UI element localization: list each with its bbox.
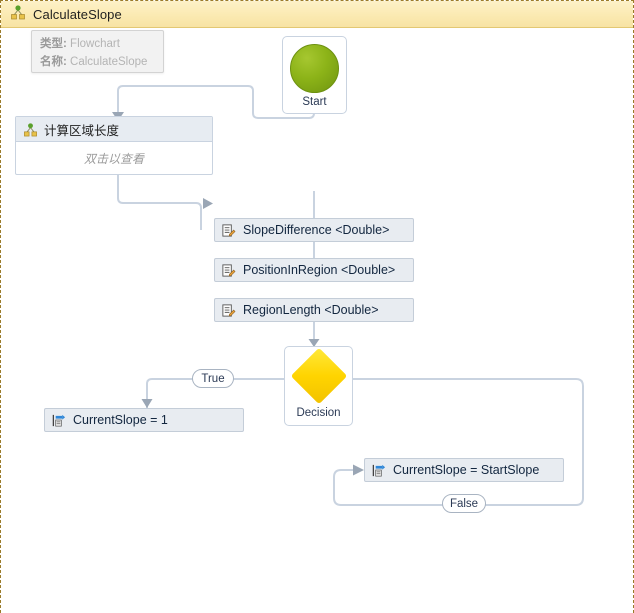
tooltip-type-value: Flowchart	[70, 38, 120, 50]
arrowhead-true-target	[141, 399, 153, 408]
node-tooltip: 类型: Flowchart 名称: CalculateSlope	[31, 30, 164, 73]
node-current-slope-one[interactable]: CurrentSlope = 1	[44, 408, 244, 432]
node-current-slope-start[interactable]: CurrentSlope = StartSlope	[364, 458, 564, 482]
workflow-designer: CalculateSlope 类型: Flowchart 名称: Calcula…	[0, 0, 634, 613]
arrowhead-slopedifference	[203, 198, 213, 209]
arrowhead-false-target	[353, 464, 364, 476]
tooltip-type-key: 类型:	[40, 38, 67, 50]
variable-assign-icon	[221, 263, 236, 278]
flowchart-icon	[23, 122, 38, 137]
start-node[interactable]: Start	[282, 36, 347, 114]
designer-header[interactable]: CalculateSlope	[1, 1, 633, 28]
node-label: SlopeDifference <Double>	[243, 223, 390, 237]
flowchart-canvas[interactable]: 类型: Flowchart 名称: CalculateSlope Start 计…	[1, 28, 633, 613]
node-position-in-region[interactable]: PositionInRegion <Double>	[214, 258, 414, 282]
tooltip-type-row: 类型: Flowchart	[40, 35, 155, 53]
sub-flowchart-hint: 双击以查看	[83, 152, 144, 166]
tooltip-name-key: 名称:	[40, 56, 67, 68]
wire-false-branch	[333, 378, 584, 506]
assign-icon	[51, 413, 66, 428]
node-slope-difference[interactable]: SlopeDifference <Double>	[214, 218, 414, 242]
node-label: CurrentSlope = StartSlope	[393, 463, 540, 477]
connector-label-false: False	[442, 494, 486, 513]
flowchart-icon	[10, 4, 26, 25]
connector-label-true: True	[192, 369, 234, 388]
start-node-label: Start	[302, 96, 327, 108]
variable-assign-icon	[221, 303, 236, 318]
variable-assign-icon	[221, 223, 236, 238]
page-title: CalculateSlope	[33, 6, 122, 22]
start-circle-icon	[290, 44, 339, 93]
sub-flowchart-title: 计算区域长度	[44, 123, 120, 138]
node-region-length[interactable]: RegionLength <Double>	[214, 298, 414, 322]
tooltip-name-row: 名称: CalculateSlope	[40, 53, 155, 71]
decision-node-label: Decision	[296, 407, 341, 419]
node-label: RegionLength <Double>	[243, 303, 379, 317]
tooltip-name-value: CalculateSlope	[70, 56, 148, 68]
assign-icon	[371, 463, 386, 478]
node-label: PositionInRegion <Double>	[243, 263, 396, 277]
sub-flowchart-header: 计算区域长度	[16, 117, 212, 142]
node-label: CurrentSlope = 1	[73, 413, 168, 427]
decision-node[interactable]: Decision	[284, 346, 353, 426]
decision-diamond-icon	[290, 347, 347, 405]
sub-flowchart-body[interactable]: 双击以查看	[16, 142, 212, 175]
sub-flowchart-node[interactable]: 计算区域长度 双击以查看	[15, 116, 213, 175]
